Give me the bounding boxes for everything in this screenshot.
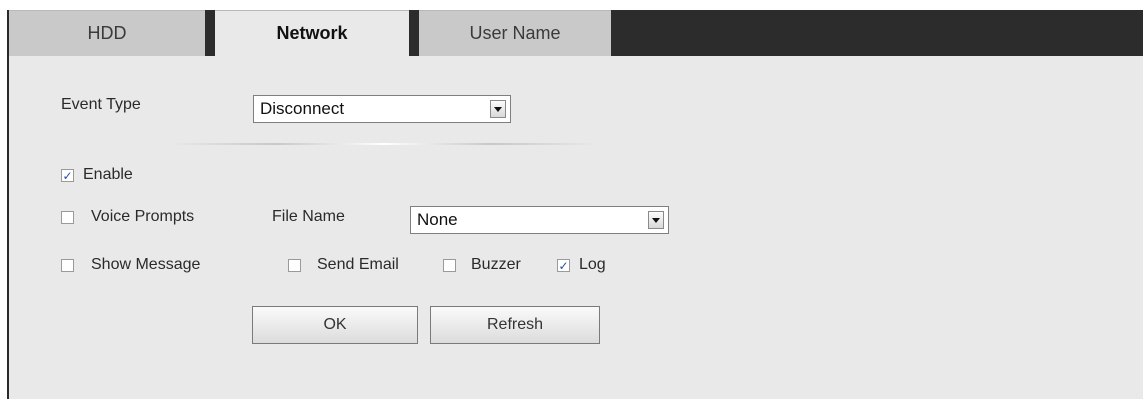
voice-prompts-label: Voice Prompts (91, 208, 195, 225)
enable-label: Enable (83, 166, 133, 183)
section-divider (169, 143, 599, 145)
show-message-label: Show Message (91, 256, 201, 273)
log-label: Log (579, 256, 606, 273)
event-type-value: Disconnect (260, 99, 345, 118)
buzzer-checkbox[interactable]: ✓ (443, 259, 456, 272)
send-email-label: Send Email (317, 256, 399, 273)
show-message-checkbox[interactable]: ✓ (61, 259, 74, 272)
event-type-label: Event Type (61, 96, 141, 113)
enable-checkbox[interactable]: ✓ (61, 169, 74, 182)
file-name-label: File Name (272, 208, 345, 225)
tab-network[interactable]: Network (215, 10, 409, 56)
file-name-select[interactable]: None (410, 206, 669, 234)
file-name-value: None (417, 210, 458, 229)
tab-separator (205, 10, 215, 56)
checkmark-icon: ✓ (558, 258, 569, 273)
send-email-checkbox[interactable]: ✓ (288, 259, 301, 272)
config-panel: HDD Network User Name Event Type Disconn… (7, 10, 1143, 399)
refresh-button[interactable]: Refresh (430, 306, 600, 344)
chevron-down-icon[interactable] (490, 100, 506, 118)
log-checkbox[interactable]: ✓ (557, 259, 570, 272)
tab-user-name[interactable]: User Name (419, 10, 611, 56)
tab-bar: HDD Network User Name (9, 10, 1143, 56)
voice-prompts-checkbox[interactable]: ✓ (61, 211, 74, 224)
event-type-select[interactable]: Disconnect (253, 95, 511, 123)
ok-button[interactable]: OK (252, 306, 418, 344)
tab-separator (409, 10, 419, 56)
tab-hdd[interactable]: HDD (9, 10, 205, 56)
chevron-down-icon[interactable] (648, 211, 664, 229)
checkmark-icon: ✓ (62, 168, 73, 183)
buzzer-label: Buzzer (471, 256, 521, 273)
